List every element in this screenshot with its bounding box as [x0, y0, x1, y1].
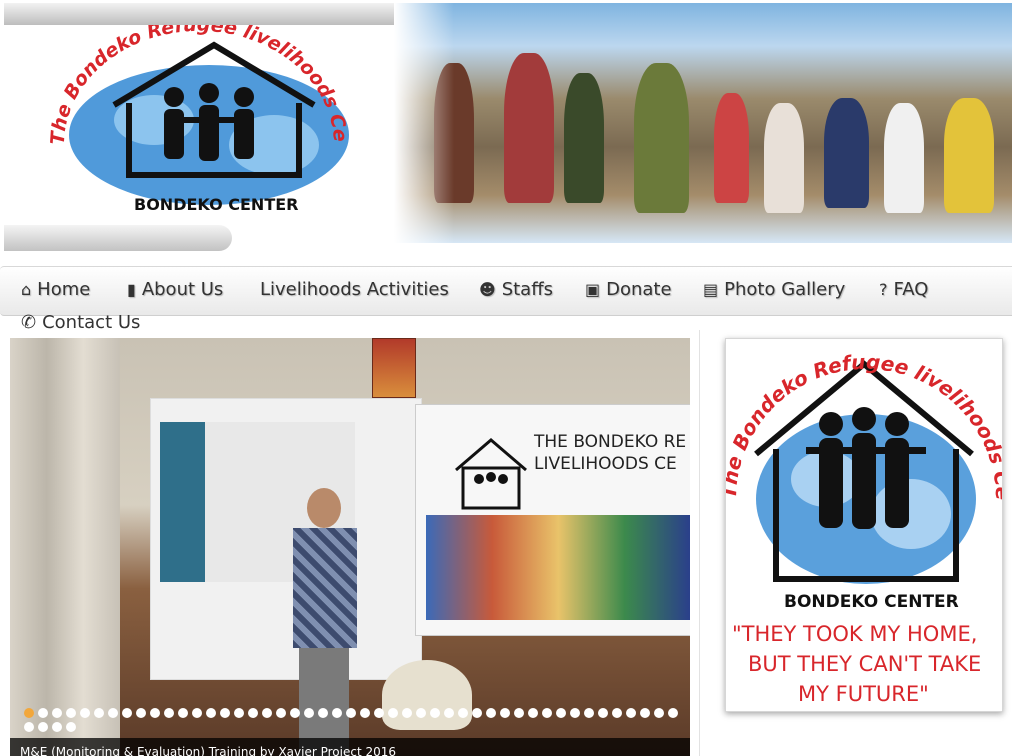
slider-dot[interactable] — [94, 708, 104, 718]
nav-photo-gallery[interactable]: ▤ Photo Gallery — [703, 277, 845, 301]
slider-dot[interactable] — [38, 722, 48, 732]
slider-dot[interactable] — [290, 708, 300, 718]
nav-donate[interactable]: ▣ Donate — [585, 277, 672, 301]
slider-dot[interactable] — [626, 708, 636, 718]
slider-dot[interactable] — [262, 708, 272, 718]
header-logo: The Bondeko Refugee livelihoods Center B… — [34, 25, 351, 214]
nav-photo-gallery-label: Photo Gallery — [724, 278, 846, 300]
gift-icon: ▣ — [585, 279, 601, 299]
slider-dot[interactable] — [570, 708, 580, 718]
slider-dot[interactable] — [122, 708, 132, 718]
header-logo-center-text: BONDEKO CENTER — [134, 195, 298, 214]
nav-staffs[interactable]: ☻ Staffs — [479, 277, 553, 301]
slider-dot[interactable] — [654, 708, 664, 718]
slider-dot[interactable] — [640, 708, 650, 718]
banner-photo-strip — [426, 515, 690, 620]
nav-staffs-label: Staffs — [501, 278, 553, 300]
sidebar-logo: The Bondeko Refugee livelihoods Center B… — [717, 320, 1012, 706]
slider-pagination — [24, 708, 690, 732]
slider-dot[interactable] — [24, 722, 34, 732]
question-icon: ? — [879, 279, 888, 299]
nav-donate-label: Donate — [606, 278, 672, 300]
slider-dot[interactable] — [612, 708, 622, 718]
header-bottom-bar — [4, 225, 232, 251]
slider-dot[interactable] — [164, 708, 174, 718]
site-header: The Bondeko Refugee livelihoods Center B… — [4, 3, 1012, 252]
nav-home-label: Home — [37, 278, 91, 300]
slider-dot[interactable] — [360, 708, 370, 718]
slider-dot[interactable] — [402, 708, 412, 718]
sidebar-quote-line3: MY FUTURE" — [798, 682, 929, 706]
slider-dot[interactable] — [220, 708, 230, 718]
nav-about-us[interactable]: ▮ About Us — [127, 277, 223, 301]
wall-poster — [372, 338, 416, 398]
slider-dot[interactable] — [318, 708, 328, 718]
header-banner-photo — [394, 3, 1012, 243]
slider-dot[interactable] — [66, 708, 76, 718]
center-banner: THE BONDEKO RE LIVELIHOODS CE — [415, 404, 690, 636]
slider-dot[interactable] — [458, 708, 468, 718]
sidebar-quote-line2: BUT THEY CAN'T TAKE — [748, 652, 981, 676]
slider-dot[interactable] — [136, 708, 146, 718]
home-icon: ⌂ — [21, 279, 32, 299]
slider-dot[interactable] — [108, 708, 118, 718]
banner-title-line1: THE BONDEKO RE — [534, 432, 687, 452]
nav-faq-label: FAQ — [893, 278, 929, 300]
slider-dot[interactable] — [234, 708, 244, 718]
phone-icon: ✆ — [21, 312, 37, 330]
slider-dot[interactable] — [528, 708, 538, 718]
picture-icon: ▤ — [703, 279, 719, 299]
slider-dot[interactable] — [38, 708, 48, 718]
slider-dot[interactable] — [388, 708, 398, 718]
slider-dot[interactable] — [430, 708, 440, 718]
slider-dot[interactable] — [500, 708, 510, 718]
curtain — [10, 338, 120, 756]
slider-dot[interactable] — [52, 708, 62, 718]
nav-contact-us-label: Contact Us — [42, 312, 141, 330]
slider-dot[interactable] — [346, 708, 356, 718]
slider-dot[interactable] — [276, 708, 286, 718]
nav-livelihoods-activities[interactable]: Livelihoods Activities — [260, 277, 449, 301]
users-icon: ☻ — [479, 279, 496, 299]
nav-faq[interactable]: ? FAQ — [879, 277, 928, 301]
nav-home[interactable]: ⌂ Home — [21, 277, 90, 301]
slider-dot[interactable] — [24, 708, 34, 718]
nav-contact-us[interactable]: ✆ Contact Us — [21, 312, 140, 330]
banner-title-line2: LIVELIHOODS CE — [534, 454, 677, 474]
slider-dot[interactable] — [542, 708, 552, 718]
slider-dot[interactable] — [486, 708, 496, 718]
slider-dot[interactable] — [192, 708, 202, 718]
header-top-bar — [4, 3, 410, 25]
sidebar-logo-card: The Bondeko Refugee livelihoods Center B… — [717, 320, 1012, 712]
book-icon: ▮ — [127, 279, 136, 299]
main-nav: ⌂ Home ▮ About Us Livelihoods Activities… — [0, 266, 1012, 316]
nav-about-us-label: About Us — [141, 278, 224, 300]
image-slider[interactable]: THE BONDEKO RE LIVELIHOODS CE — [10, 338, 690, 756]
slider-dot[interactable] — [150, 708, 160, 718]
slider-caption-bar: M&E (Monitoring & Evaluation) Training b… — [10, 738, 690, 756]
slider-dot[interactable] — [206, 708, 216, 718]
slider-dot[interactable] — [52, 722, 62, 732]
slider-dot[interactable] — [584, 708, 594, 718]
slider-dot[interactable] — [598, 708, 608, 718]
sidebar-quote-line1: "THEY TOOK MY HOME, — [732, 622, 977, 646]
slider-dot[interactable] — [416, 708, 426, 718]
slider-dot[interactable] — [374, 708, 384, 718]
slider-dot[interactable] — [514, 708, 524, 718]
slider-dot[interactable] — [556, 708, 566, 718]
slider-dot[interactable] — [332, 708, 342, 718]
nav-livelihoods-activities-label: Livelihoods Activities — [260, 278, 449, 300]
column-divider — [699, 330, 700, 756]
sidebar-logo-center-text: BONDEKO CENTER — [784, 592, 959, 612]
slider-dot[interactable] — [80, 708, 90, 718]
banner-logo-icon — [455, 438, 527, 510]
slider-dot[interactable] — [472, 708, 482, 718]
slider-dot[interactable] — [248, 708, 258, 718]
slider-dot[interactable] — [66, 722, 76, 732]
slider-caption: M&E (Monitoring & Evaluation) Training b… — [20, 745, 397, 756]
slider-dot[interactable] — [668, 708, 678, 718]
slider-dot[interactable] — [304, 708, 314, 718]
slider-dot[interactable] — [178, 708, 188, 718]
slider-dot[interactable] — [444, 708, 454, 718]
